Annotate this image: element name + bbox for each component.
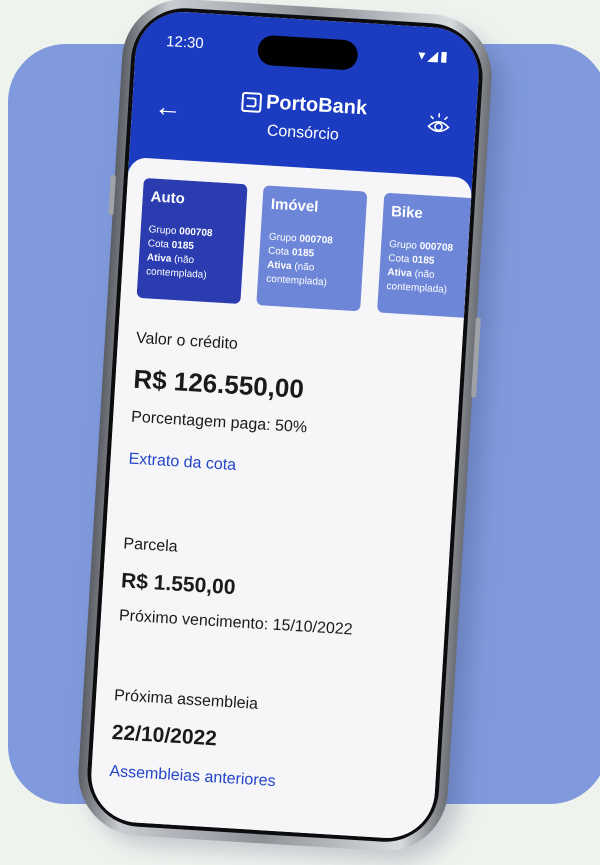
status-time: 12:30 — [166, 33, 205, 52]
dynamic-island — [257, 35, 359, 71]
past-assemblies-link[interactable]: Assembleias anteriores — [109, 763, 418, 800]
card-title: Imóvel — [270, 196, 359, 218]
card-status: Ativa — [387, 267, 412, 279]
card-title: Bike — [391, 203, 472, 225]
installment-section: Parcela R$ 1.550,00 Próximo vencimento: … — [118, 535, 431, 644]
percent-paid: Porcentagem paga: 50% — [131, 409, 440, 446]
phone-screen: 12:30 ▾◢▮ ← PortoBank Consórcio — [89, 9, 482, 840]
consortium-cards: Auto Grupo 000708 Cota 0185 Ativa (não c… — [136, 178, 471, 326]
page-title: Consórcio — [131, 114, 475, 153]
statement-link[interactable]: Extrato da cota — [128, 451, 437, 488]
card-cota-label: Cota — [388, 253, 410, 265]
content-panel: Auto Grupo 000708 Cota 0185 Ativa (não c… — [89, 157, 473, 841]
card-status: Ativa — [147, 252, 172, 264]
card-grupo-label: Grupo — [269, 232, 297, 245]
card-imovel[interactable]: Imóvel Grupo 000708 Cota 0185 Ativa (não… — [257, 185, 368, 311]
credit-label: Valor o crédito — [135, 330, 444, 367]
card-cota: 0185 — [292, 247, 315, 259]
card-title: Auto — [150, 188, 239, 210]
card-cota-label: Cota — [147, 238, 169, 250]
phone-mockup: 12:30 ▾◢▮ ← PortoBank Consórcio — [75, 0, 495, 855]
installment-value: R$ 1.550,00 — [120, 569, 429, 612]
card-cota: 0185 — [412, 254, 435, 266]
card-auto[interactable]: Auto Grupo 000708 Cota 0185 Ativa (não c… — [136, 178, 247, 304]
assembly-section: Próxima assembleia 22/10/2022 Assembleia… — [109, 687, 422, 800]
portobank-logo-icon — [242, 91, 263, 112]
credit-section: Valor o crédito R$ 126.550,00 Porcentage… — [128, 330, 444, 488]
card-cota-label: Cota — [268, 246, 290, 258]
card-grupo-label: Grupo — [389, 239, 417, 252]
card-grupo-label: Grupo — [148, 224, 176, 237]
assembly-label: Próxima assembleia — [114, 687, 423, 724]
card-grupo: 000708 — [299, 234, 333, 247]
installment-label: Parcela — [123, 535, 432, 572]
card-grupo: 000708 — [179, 226, 213, 239]
status-icons: ▾◢▮ — [418, 46, 450, 65]
card-grupo: 000708 — [419, 241, 453, 254]
next-due-date: Próximo vencimento: 15/10/2022 — [118, 607, 427, 644]
card-status: Ativa — [267, 260, 292, 272]
card-bike[interactable]: Bike Grupo 000708 Cota 0185 Ativa (não c… — [377, 193, 471, 319]
brand-name: PortoBank — [265, 91, 367, 120]
card-cota: 0185 — [171, 240, 194, 252]
eye-visibility-icon[interactable] — [425, 111, 453, 139]
assembly-date: 22/10/2022 — [111, 721, 420, 764]
credit-value: R$ 126.550,00 — [133, 364, 442, 414]
